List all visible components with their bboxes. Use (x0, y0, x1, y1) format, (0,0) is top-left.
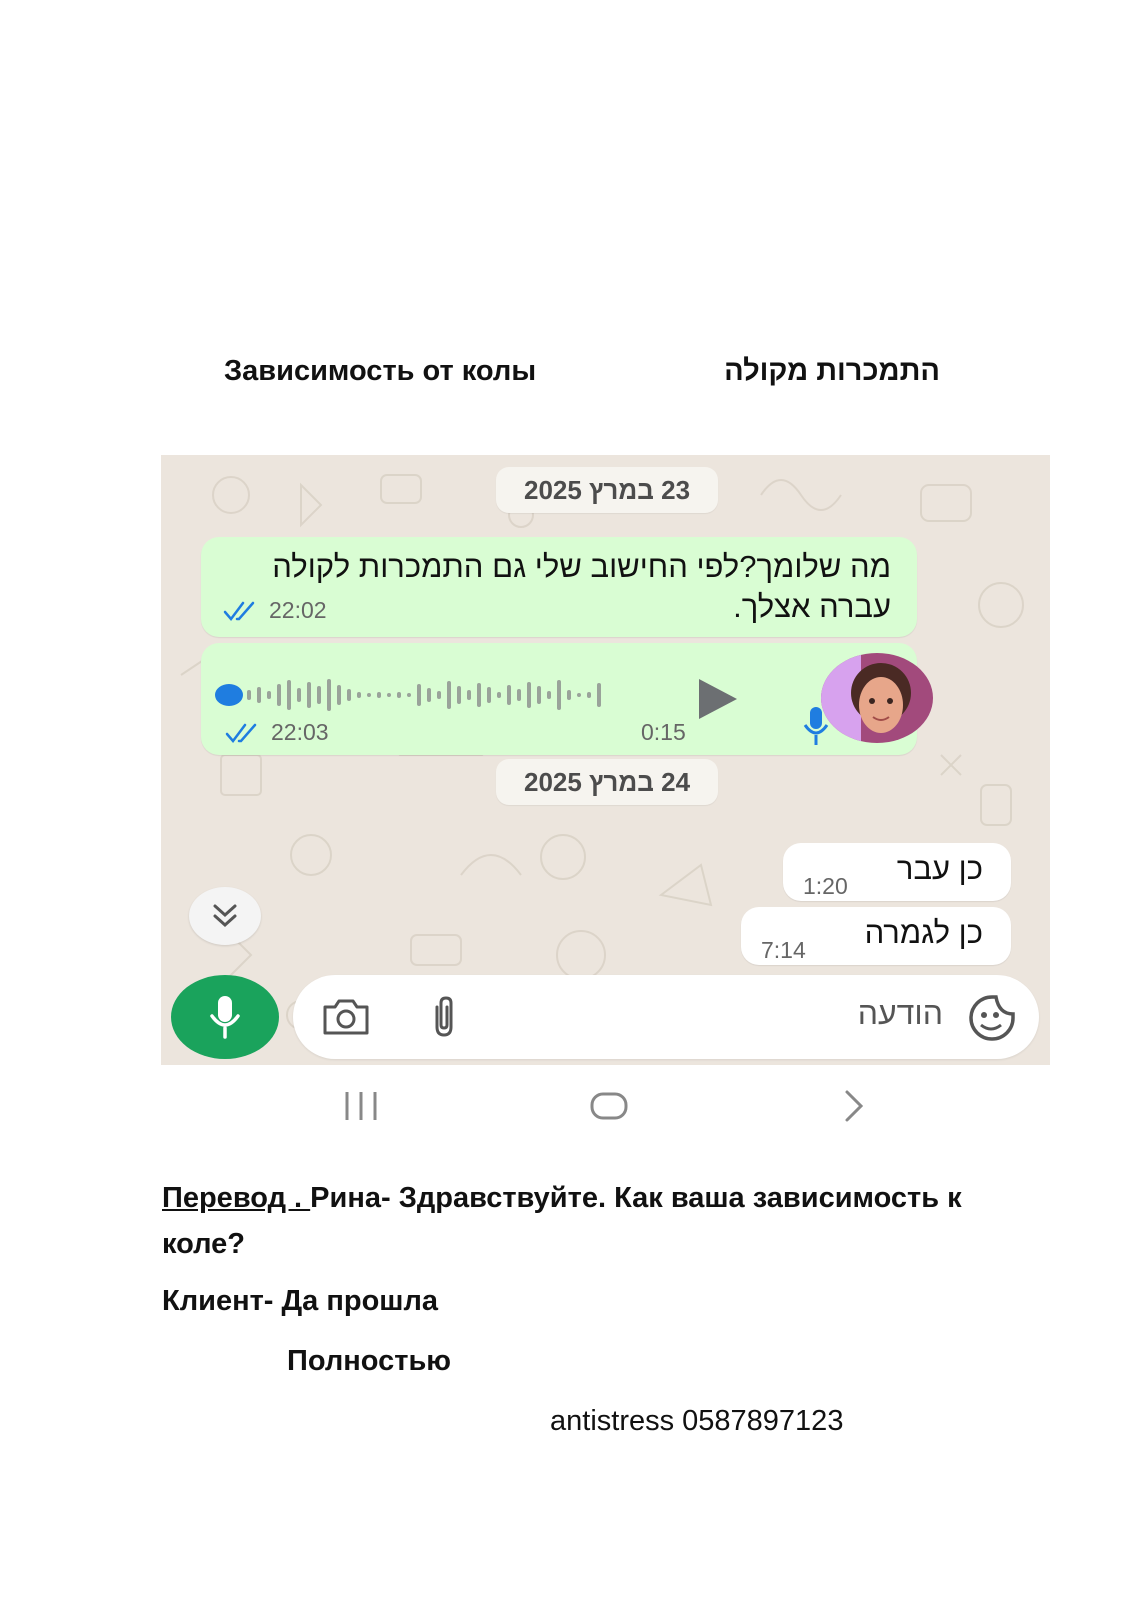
waveform-bar (367, 693, 371, 697)
message-time: 22:02 (269, 597, 327, 623)
client-reply-line: Клиент- Да прошла (162, 1285, 439, 1317)
outgoing-message[interactable]: מה שלומך?לפי החישוב שלי גם התמכרות לקולה… (201, 537, 917, 637)
waveform-bar (287, 680, 291, 710)
waveform-bar (567, 690, 571, 700)
chevron-double-down-icon (213, 904, 237, 928)
message-text: מה שלומך?לפי החישוב שלי גם התמכרות לקולה… (272, 549, 891, 624)
waveform-bar (537, 686, 541, 704)
waveform-bar (487, 687, 491, 703)
microphone-icon (210, 996, 240, 1039)
voice-time: 22:03 (271, 719, 329, 745)
double-check-icon (225, 723, 257, 743)
date-separator: 24 במרץ 2025 (496, 759, 718, 805)
message-text: כן לגמרה (864, 915, 983, 950)
waveform-bar (447, 681, 451, 709)
translation-label: Перевод . (162, 1182, 311, 1214)
waveform-bar (277, 684, 281, 706)
waveform-bar (597, 683, 601, 707)
waveform-bar (417, 684, 421, 706)
chat-screenshot: 23 במרץ 2025 מה שלומך?לפי החישוב שלי גם … (161, 455, 1050, 1065)
avatar (821, 653, 933, 743)
contact-line: antistress 0587897123 (550, 1405, 844, 1437)
waveform-bar (387, 693, 391, 697)
translation-paragraph: Перевод . Рина- Здравствуйте. Как ваша з… (162, 1175, 992, 1267)
message-time: 1:20 (803, 873, 848, 899)
message-time: 7:14 (761, 937, 806, 963)
record-voice-button[interactable] (171, 975, 279, 1059)
waveform-bar (457, 686, 461, 704)
camera-icon[interactable] (321, 997, 371, 1037)
waveform-bar (527, 682, 531, 708)
waveform-bar (507, 685, 511, 705)
incoming-message[interactable]: כן לגמרה 7:14 (741, 907, 1011, 965)
waveform-bar (257, 687, 261, 703)
waveform-bar (437, 691, 441, 699)
scroll-to-bottom-button[interactable] (189, 887, 261, 945)
waveform-bar (407, 693, 411, 697)
waveform-bar (587, 692, 591, 698)
incoming-message[interactable]: כן עבר 1:20 (783, 843, 1011, 901)
message-text: כן עבר (896, 851, 983, 886)
double-check-icon (223, 601, 255, 621)
paperclip-icon[interactable] (427, 995, 461, 1039)
date-separator: 23 במרץ 2025 (496, 467, 718, 513)
microphone-icon (803, 707, 829, 745)
waveform-bar (347, 689, 351, 701)
message-input-bar[interactable]: הודעה (293, 975, 1039, 1059)
recent-apps-icon[interactable] (341, 1088, 381, 1124)
waveform-bar (377, 692, 381, 698)
back-icon[interactable] (839, 1088, 869, 1124)
waveform-bar (307, 682, 311, 708)
waveform-bar (547, 691, 551, 699)
waveform-bar (357, 692, 361, 698)
waveform-bar (477, 683, 481, 707)
sticker-icon[interactable] (967, 993, 1017, 1043)
waveform-bar (297, 688, 301, 702)
waveform-bar (337, 685, 341, 705)
waveform-bar (497, 692, 501, 698)
waveform-bar (577, 693, 581, 697)
play-icon[interactable] (693, 675, 741, 723)
waveform-bar (467, 690, 471, 700)
voice-message[interactable]: 0:15 22:03 (201, 643, 933, 755)
waveform-bar (517, 689, 521, 701)
waveform-bar (317, 686, 321, 704)
waveform-bar (557, 680, 561, 710)
waveform (247, 679, 601, 711)
message-input[interactable]: הודעה (858, 995, 943, 1032)
heading-russian: Зависимость от колы (224, 355, 537, 387)
client-reply-continuation: Полностью (287, 1345, 452, 1377)
home-icon[interactable] (589, 1088, 629, 1124)
android-navigation-bar (161, 1080, 1050, 1132)
voice-duration: 0:15 (641, 719, 686, 745)
waveform-bar (267, 691, 271, 699)
waveform-bar (247, 690, 251, 700)
waveform-bar (427, 688, 431, 702)
heading-hebrew: התמכרות מקולה (724, 355, 940, 387)
playback-position-handle[interactable] (215, 684, 243, 706)
waveform-bar (327, 679, 331, 711)
waveform-bar (397, 692, 401, 698)
